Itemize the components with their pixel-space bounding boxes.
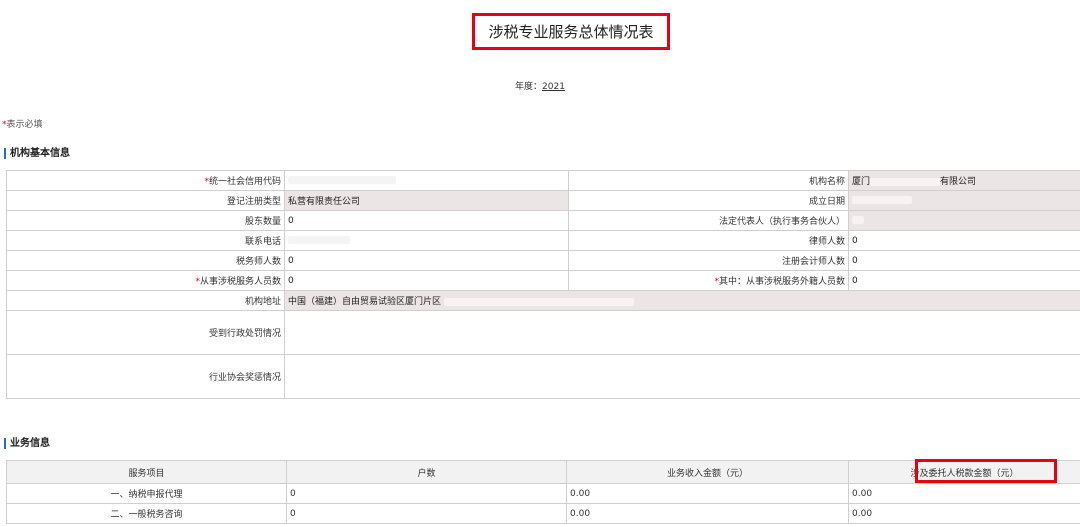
year-line: 年度：2021 [0,79,1080,92]
basic-info-table: *统一社会信用代码 机构名称 厦门 有限公司 登记注册类型 私营有限责任公司 成立… [6,170,1080,399]
service-item: 二、一般税务咨询 [6,503,287,524]
credit-code-value[interactable] [284,170,569,191]
accountants-value[interactable]: 0 [848,250,1080,271]
tax-cell[interactable]: 0.00 [848,503,1080,524]
business-table: 服务项目 户数 业务收入金额（元） 涉及委托人税款金额（元） 一、纳税申报代理 … [6,460,1080,524]
credit-code-label: *统一社会信用代码 [6,170,285,191]
accountants-label: 注册会计师人数 [568,250,849,271]
staff-value[interactable]: 0 [284,270,569,291]
award-label: 行业协会奖惩情况 [6,354,285,399]
org-name-value[interactable]: 厦门 有限公司 [848,170,1080,191]
table-row: 二、一般税务咨询 0 0.00 0.00 [6,503,1080,524]
penalty-label: 受到行政处罚情况 [6,310,285,355]
legal-rep-value[interactable] [848,210,1080,231]
phone-label: 联系电话 [6,230,285,251]
required-note-text: 表示必填 [6,120,43,130]
found-date-label: 成立日期 [568,190,849,211]
staff-label: *从事涉税服务人员数 [6,270,285,291]
table-row: *从事涉税服务人员数 0 *其中：从事涉税服务外籍人员数 0 [6,270,1080,291]
reg-type-label: 登记注册类型 [6,190,285,211]
reg-type-value[interactable]: 私营有限责任公司 [284,190,569,211]
lawyers-label: 律师人数 [568,230,849,251]
section-basic-info: 机构基本信息 [4,148,70,159]
penalty-value[interactable] [284,310,1080,355]
year-label: 年度： [515,82,543,92]
shareholders-label: 股东数量 [6,210,285,231]
table-row: 机构地址 中国（福建）自由贸易试验区厦门片区 [6,290,1080,311]
table-row: 联系电话 律师人数 0 [6,230,1080,251]
table-row: *统一社会信用代码 机构名称 厦门 有限公司 [6,170,1080,191]
lawyers-value[interactable]: 0 [848,230,1080,251]
address-label: 机构地址 [6,290,285,311]
tax-agents-label: 税务师人数 [6,250,285,271]
table-row: 税务师人数 0 注册会计师人数 0 [6,250,1080,271]
table-row: 登记注册类型 私营有限责任公司 成立日期 [6,190,1080,211]
table-row: 行业协会奖惩情况 [6,354,1080,399]
page-title: 涉税专业服务总体情况表 [472,13,670,50]
table-row: 一、纳税申报代理 0 0.00 0.00 [6,483,1080,504]
phone-value[interactable] [284,230,569,251]
address-value[interactable]: 中国（福建）自由贸易试验区厦门片区 [284,290,1080,311]
foreign-staff-label: *其中：从事涉税服务外籍人员数 [568,270,849,291]
tax-cell[interactable]: 0.00 [848,483,1080,504]
header-tax-amount: 涉及委托人税款金额（元） [848,460,1080,484]
org-name-label: 机构名称 [568,170,849,191]
count-cell[interactable]: 0 [286,483,567,504]
required-note: *表示必填 [2,117,43,130]
foreign-staff-value[interactable]: 0 [848,270,1080,291]
income-cell[interactable]: 0.00 [566,503,849,524]
legal-rep-label: 法定代表人（执行事务合伙人） [568,210,849,231]
income-cell[interactable]: 0.00 [566,483,849,504]
table-row: 受到行政处罚情况 [6,310,1080,355]
header-income: 业务收入金额（元） [566,460,849,484]
shareholders-value[interactable]: 0 [284,210,569,231]
header-service-item: 服务项目 [6,460,287,484]
count-cell[interactable]: 0 [286,503,567,524]
award-value[interactable] [284,354,1080,399]
header-count: 户数 [286,460,567,484]
year-value[interactable]: 2021 [542,82,565,92]
table-row: 股东数量 0 法定代表人（执行事务合伙人） [6,210,1080,231]
table-header-row: 服务项目 户数 业务收入金额（元） 涉及委托人税款金额（元） [6,460,1080,484]
tax-agents-value[interactable]: 0 [284,250,569,271]
section-business-info: 业务信息 [4,438,50,449]
service-item: 一、纳税申报代理 [6,483,287,504]
found-date-value[interactable] [848,190,1080,211]
